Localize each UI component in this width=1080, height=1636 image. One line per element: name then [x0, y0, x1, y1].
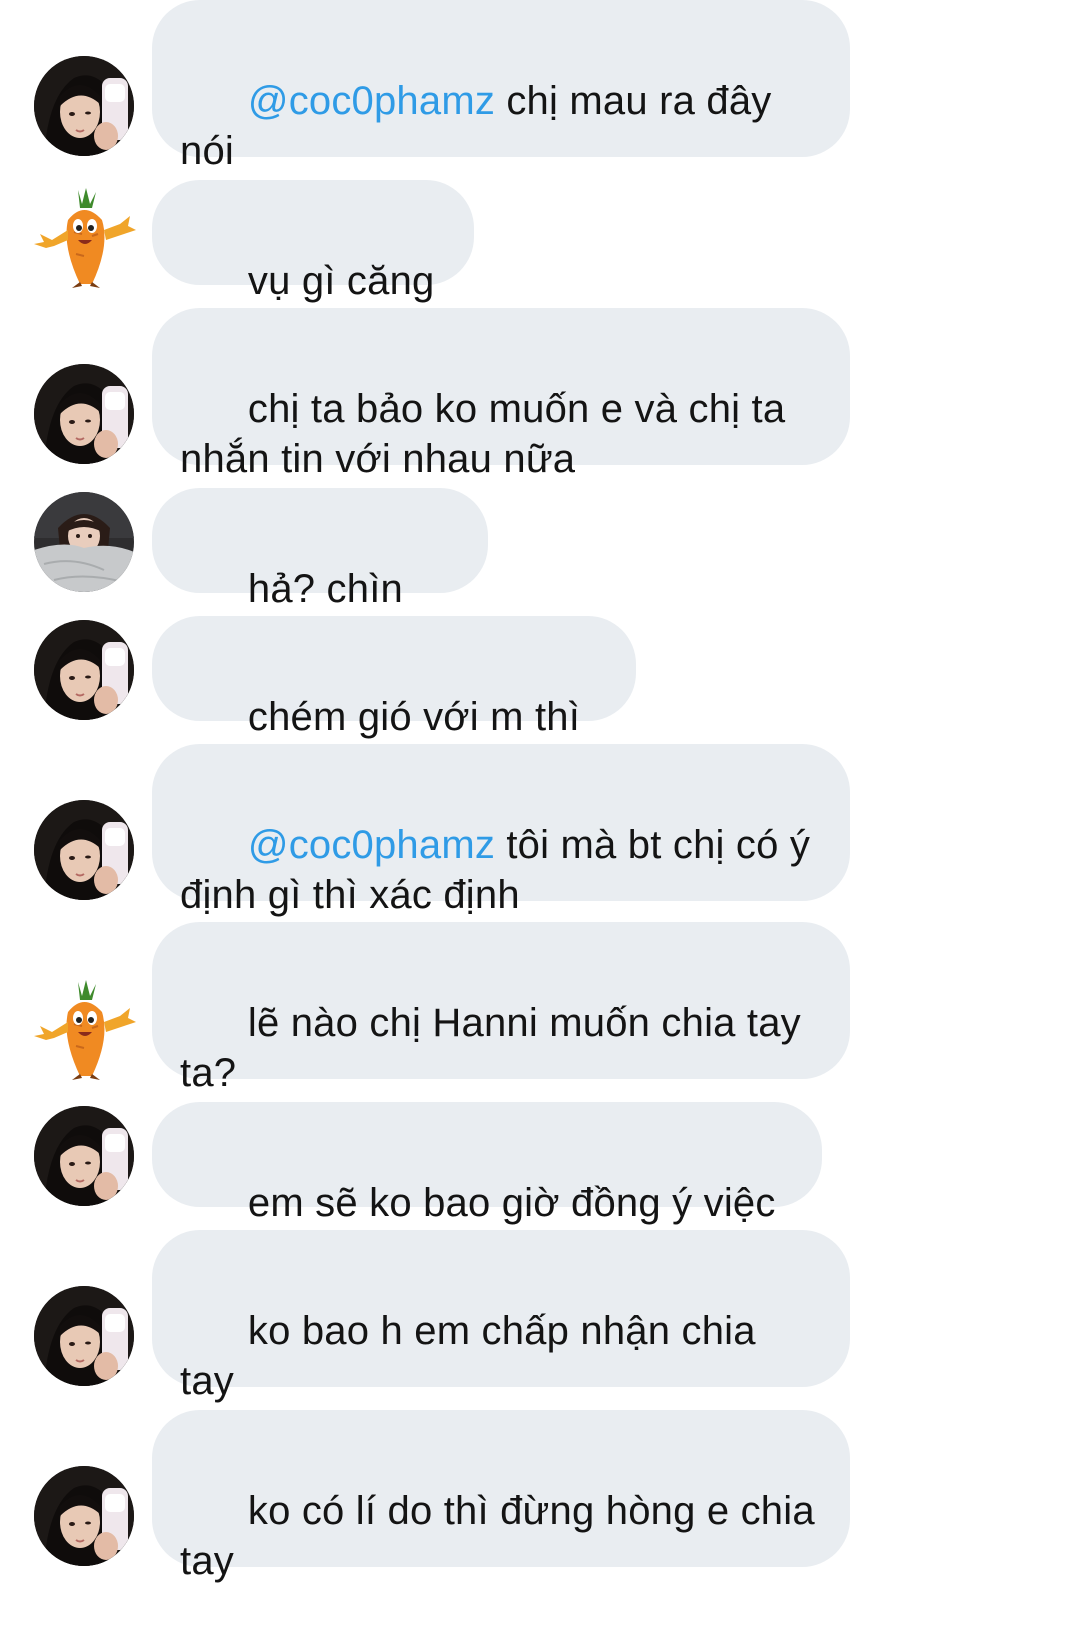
message-text: chị ta bảo ko muốn e và chị ta nhắn tin …	[180, 387, 786, 481]
message-bubble[interactable]: lẽ nào chị Hanni muốn chia tay ta?	[152, 922, 850, 1095]
message-bubble[interactable]: @coc0phamz tôi mà bt chị có ý định gì th…	[152, 744, 850, 917]
selfie-avatar[interactable]	[34, 1286, 134, 1386]
message-bubble[interactable]: chém gió với m thì đc j	[152, 616, 636, 789]
message-bubble[interactable]: ko có lí do thì đừng hòng e chia tay	[152, 1410, 850, 1583]
mention-link[interactable]: @coc0phamz	[248, 79, 495, 123]
message-text: ko có lí do thì đừng hòng e chia tay	[180, 1489, 815, 1583]
selfie-avatar[interactable]	[34, 1106, 134, 1206]
message-bubble[interactable]: em sẽ ko bao giờ đồng ý việc đó	[152, 1102, 822, 1275]
message-bubble[interactable]: chị ta bảo ko muốn e và chị ta nhắn tin …	[152, 308, 850, 481]
message-bubble[interactable]: @coc0phamz chị mau ra đây nói rõ nhanh	[152, 0, 850, 223]
selfie-avatar[interactable]	[34, 1466, 134, 1566]
carrot-sticker-avatar[interactable]	[34, 184, 136, 288]
message-bubble[interactable]: ko bao h em chấp nhận chia tay với chị t…	[152, 1230, 850, 1453]
message-bubble[interactable]: vụ gì căng thé	[152, 180, 474, 353]
bed-selfie-avatar[interactable]	[34, 492, 134, 592]
selfie-avatar[interactable]	[34, 364, 134, 464]
selfie-avatar[interactable]	[34, 620, 134, 720]
selfie-avatar[interactable]	[34, 800, 134, 900]
chat-thread: @coc0phamz chị mau ra đây nói rõ nhanh v…	[0, 0, 1080, 1583]
mention-link[interactable]: @coc0phamz	[248, 823, 495, 867]
message-text: lẽ nào chị Hanni muốn chia tay ta?	[180, 1001, 801, 1095]
selfie-avatar[interactable]	[34, 56, 134, 156]
carrot-sticker-avatar[interactable]	[34, 976, 136, 1080]
message-bubble[interactable]: hả? chìn chá??	[152, 488, 488, 661]
